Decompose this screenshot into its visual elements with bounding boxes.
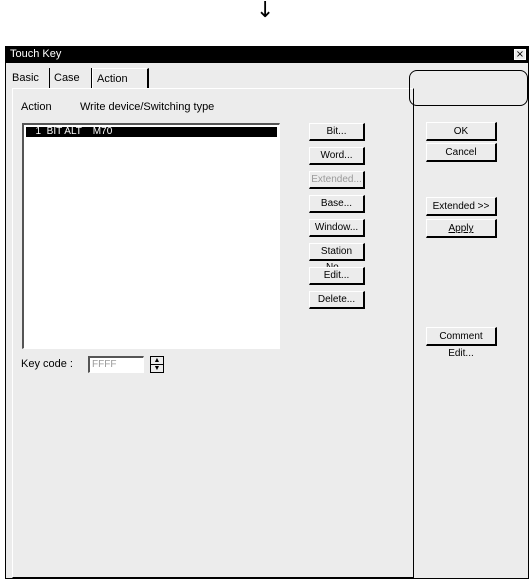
station-no-button[interactable]: Station No... (309, 243, 365, 273)
apply-button[interactable]: Apply (426, 219, 497, 238)
apply-label: Apply (448, 223, 474, 234)
dialog-title: Touch Key (10, 48, 62, 60)
extended-button-disabled[interactable]: Extended... (309, 171, 365, 189)
spin-up-icon[interactable]: ▲ (151, 357, 163, 365)
key-code-input[interactable]: FFFF (88, 356, 144, 373)
delete-button[interactable]: Delete... (309, 291, 365, 309)
comment-edit-button[interactable]: Comment Edit... (426, 327, 497, 359)
word-button[interactable]: Word... (309, 147, 365, 165)
write-device-label: Write device/Switching type (80, 101, 215, 113)
tab-basic[interactable]: Basic (8, 68, 50, 88)
extended-button[interactable]: Extended >> (426, 197, 497, 216)
edit-button[interactable]: Edit... (309, 267, 365, 285)
title-bar: Touch Key × (6, 47, 528, 63)
key-code-label: Key code : (21, 358, 73, 370)
tab-case-label: Case (54, 72, 80, 84)
ok-button[interactable]: OK (426, 122, 497, 141)
cancel-button[interactable]: Cancel (426, 143, 497, 162)
tab-basic-label: Basic (12, 72, 39, 84)
action-list[interactable]: 1 BIT ALT M70 (22, 123, 280, 349)
base-button[interactable]: Base... (309, 195, 365, 213)
ok-highlight-callout (409, 70, 528, 106)
bit-button[interactable]: Bit... (309, 123, 365, 141)
action-label: Action (21, 101, 52, 113)
close-icon[interactable]: × (514, 49, 526, 60)
list-item-selected[interactable]: 1 BIT ALT M70 (26, 127, 277, 137)
tab-action[interactable]: Action (92, 68, 149, 89)
key-code-spinner[interactable]: ▲ ▼ (150, 356, 164, 373)
tab-action-label: Action (97, 73, 128, 85)
down-arrow-icon: ↓ (256, 0, 275, 23)
spin-down-icon[interactable]: ▼ (151, 365, 163, 372)
touch-key-dialog: Touch Key × Basic Case Action Action Wri… (5, 46, 529, 579)
window-button[interactable]: Window... (309, 219, 365, 237)
tab-case[interactable]: Case (50, 68, 92, 88)
